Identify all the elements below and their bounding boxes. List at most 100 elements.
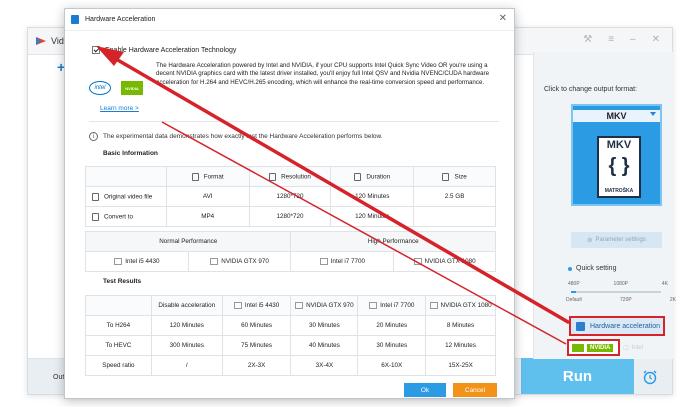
hardware-label: Intel i7 7700 xyxy=(330,258,365,266)
basic-info-table: Format Resolution Duration Size Original… xyxy=(85,166,496,227)
video-file-icon xyxy=(92,192,99,201)
table-cell: 15X-25X xyxy=(425,355,496,376)
parameter-settings-button[interactable]: ⚙ Parameter settings xyxy=(571,232,662,248)
vendor-logos: intel NVIDIA xyxy=(89,81,143,95)
header-label: Format xyxy=(203,173,224,181)
intel-toggle[interactable]: ▢ Intel xyxy=(623,341,661,354)
slider-bottom-ticks: Default 720P 2K xyxy=(566,297,676,303)
hardware-label: NVIDIA GTX 970 xyxy=(221,258,269,266)
hardware-label: NVIDIA GTX 1080 xyxy=(424,258,476,266)
table-cell: Original video file xyxy=(85,186,167,207)
header-label: NVIDIA GTX 970 xyxy=(306,302,354,310)
brace-icon: { } xyxy=(608,155,630,177)
gpu-icon xyxy=(295,301,304,309)
tick-label: 720P xyxy=(620,297,632,303)
table-cell: 75 Minutes xyxy=(221,335,292,356)
format-name: MKV xyxy=(573,110,660,122)
gpu-icon xyxy=(429,301,438,309)
intel-logo: intel xyxy=(89,81,111,95)
chip-icon xyxy=(576,321,585,331)
table-row: Intel i5 4430 NVIDIA GTX 970 Intel i7 77… xyxy=(85,251,496,272)
table-header: NVIDIA GTX 1080 xyxy=(425,295,496,316)
enable-acceleration-row[interactable]: Enable Hardware Acceleration Technology xyxy=(92,46,236,54)
header-label: Intel i5 4430 xyxy=(244,302,280,310)
learn-more-link[interactable]: Learn more > xyxy=(100,105,139,112)
hardware-label: Intel i5 4430 xyxy=(125,258,160,266)
row-label: To HEVC xyxy=(85,335,152,356)
table-cell: 12 Minutes xyxy=(425,335,496,356)
minimize-icon[interactable]: – xyxy=(630,34,636,45)
quick-setting-dot-icon xyxy=(568,267,572,271)
parameter-settings-label: Parameter settings xyxy=(595,237,646,243)
header-label: Resolution xyxy=(281,173,311,181)
slider-fill xyxy=(571,291,576,293)
info-text: The experimental data demonstrates how e… xyxy=(103,133,383,140)
table-header: Format xyxy=(165,166,250,187)
ok-button[interactable]: Ok xyxy=(404,383,446,397)
table-cell: 2X-3X xyxy=(221,355,292,376)
dialog-title: Hardware Acceleration xyxy=(85,16,156,23)
quality-slider[interactable] xyxy=(571,291,661,293)
dialog-titlebar: Hardware Acceleration ✕ xyxy=(65,9,514,31)
cancel-button[interactable]: Cancel xyxy=(453,383,497,397)
format-caption: Click to change output format: xyxy=(544,86,637,93)
table-cell: Intel i5 4430 xyxy=(85,251,189,272)
table-header: Intel i5 4430 xyxy=(221,295,292,316)
table-cell: / xyxy=(150,355,223,376)
table-cell: MP4 xyxy=(165,206,250,227)
chevron-down-icon xyxy=(650,112,656,116)
resolution-icon xyxy=(269,172,277,181)
intel-chip-icon xyxy=(233,301,242,309)
app-logo-icon xyxy=(36,37,46,45)
gpu-icon xyxy=(413,257,422,265)
hardware-acceleration-button[interactable]: Hardware acceleration xyxy=(569,316,665,336)
row-label: To H264 xyxy=(85,315,152,336)
format-icon xyxy=(191,172,199,181)
info-row: i The experimental data demonstrates how… xyxy=(89,132,383,141)
table-row: Format Resolution Duration Size xyxy=(85,166,496,187)
close-window-icon[interactable]: ✕ xyxy=(652,34,660,45)
mkv-logo: MKV { } MATROŠKA xyxy=(597,136,641,198)
wrench-icon[interactable]: ⚒ xyxy=(583,34,592,45)
table-cell: 30 Minutes xyxy=(357,335,427,356)
info-icon: i xyxy=(89,132,98,141)
table-cell: 30 Minutes xyxy=(290,315,359,336)
clock-icon xyxy=(354,172,362,181)
table-row: Convert to MP4 1280*720 120 Minutes xyxy=(85,206,496,227)
mkv-logo-sub: MATROŠKA xyxy=(604,188,634,194)
divider xyxy=(89,121,499,122)
table-cell: NVIDIA GTX 1080 xyxy=(393,251,496,272)
table-row: Speed ratio / 2X-3X 3X-4X 6X-10X 15X-25X xyxy=(85,355,496,376)
test-results-title: Test Results xyxy=(103,278,142,285)
table-cell: 40 Minutes xyxy=(290,335,359,356)
close-icon[interactable]: ✕ xyxy=(499,13,507,24)
intel-chip-label: Intel xyxy=(631,344,644,351)
table-cell: 20 Minutes xyxy=(357,315,427,336)
table-header: Intel i7 7700 xyxy=(357,295,427,316)
normal-performance-header: Normal Performance xyxy=(84,231,292,252)
header-label: Duration xyxy=(366,173,391,181)
table-cell xyxy=(413,206,496,227)
alarm-clock-icon[interactable] xyxy=(642,369,658,385)
output-format-card[interactable]: MKV MKV { } MATROŠKA xyxy=(571,104,662,206)
table-cell: 3X-4X xyxy=(290,355,359,376)
app-title: Vid xyxy=(51,36,64,46)
tick-label: Default xyxy=(566,297,582,303)
intel-chip-icon xyxy=(319,257,328,265)
nvidia-toggle[interactable]: NVIDIA xyxy=(567,339,620,356)
table-cell: 1280*720 xyxy=(248,206,332,227)
table-cell: 8 Minutes xyxy=(425,315,496,336)
slider-top-ticks: 480P 1080P 4K xyxy=(568,281,668,287)
table-row: To HEVC 300 Minutes 75 Minutes 40 Minute… xyxy=(85,335,496,356)
menu-icon[interactable]: ≡ xyxy=(608,34,614,45)
table-cell: 1280*720 xyxy=(248,186,332,207)
enable-acceleration-checkbox[interactable] xyxy=(92,46,100,54)
table-cell: Convert to xyxy=(85,206,167,227)
table-header: Disable acceleration xyxy=(150,295,223,316)
row-label: Original video file xyxy=(104,193,153,201)
header-label: NVIDIA GTX 1080 xyxy=(440,302,492,310)
mkv-logo-text: MKV xyxy=(606,139,632,151)
header-label: Size xyxy=(454,173,467,181)
table-header: Resolution xyxy=(248,166,332,187)
run-button[interactable]: Run xyxy=(521,358,634,394)
